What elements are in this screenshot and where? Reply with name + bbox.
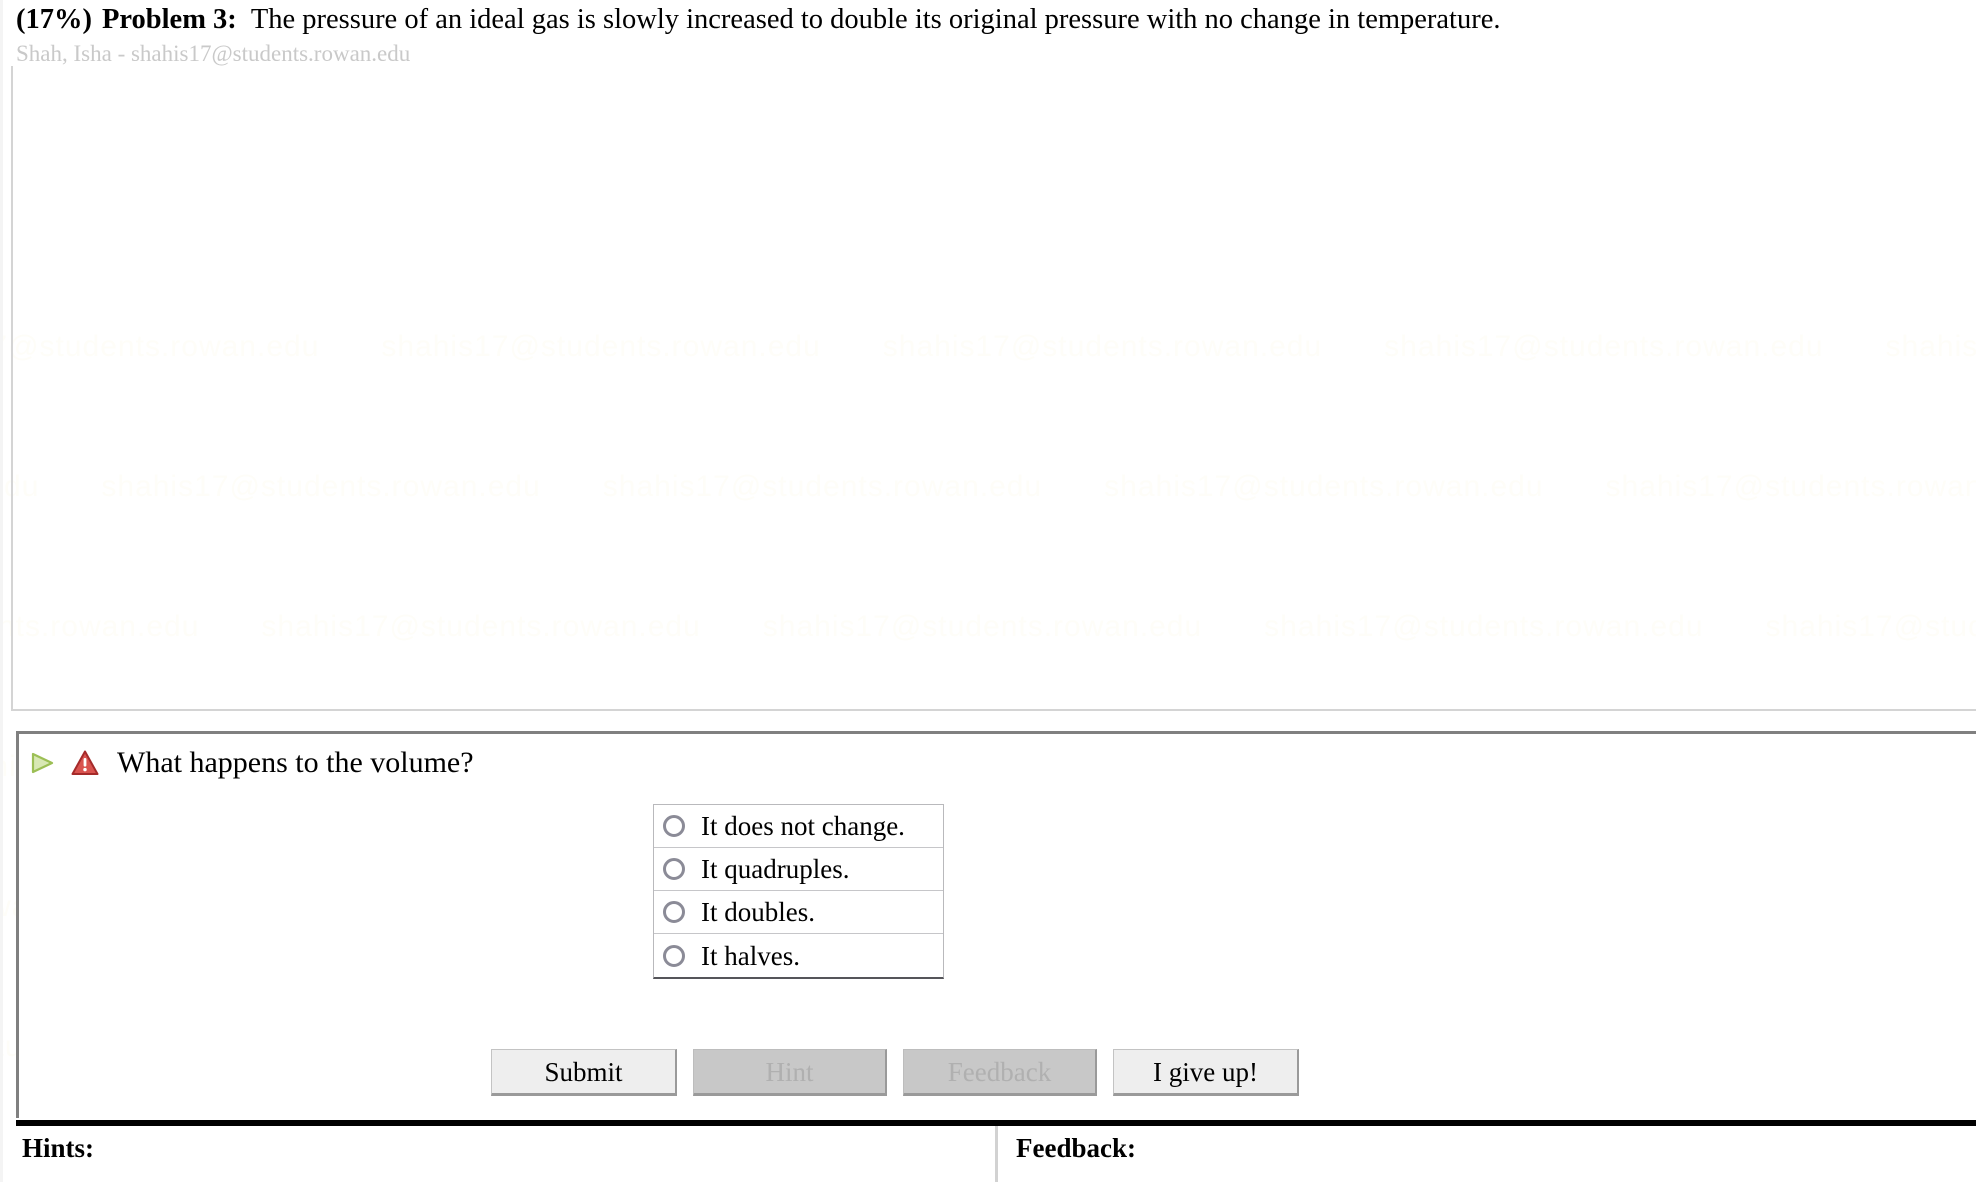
hint-button: Hint xyxy=(693,1049,887,1096)
warning-triangle-icon[interactable] xyxy=(71,749,99,777)
hints-label: Hints: xyxy=(22,1133,95,1163)
radio-button-0[interactable] xyxy=(663,815,685,837)
answer-choice-3[interactable]: It halves. xyxy=(654,934,943,977)
answer-choice-1[interactable]: It quadruples. xyxy=(654,848,943,891)
action-button-bar: Submit Hint Feedback I give up! xyxy=(491,1049,1299,1096)
feedback-button: Feedback xyxy=(903,1049,1097,1096)
answer-choice-list: It does not change. It quadruples. It do… xyxy=(653,804,944,979)
statement-panel-body xyxy=(27,74,1976,709)
statement-panel xyxy=(11,66,1976,711)
answer-choice-label-1: It quadruples. xyxy=(701,854,850,884)
problem-title-line: (17%) Problem 3: The pressure of an ideal … xyxy=(16,2,1960,38)
answer-choice-label-2: It doubles. xyxy=(701,897,815,927)
hints-feedback-bar: Hints: Feedback: xyxy=(16,1126,1976,1182)
problem-page: (17%) Problem 3: The pressure of an ideal … xyxy=(0,0,1976,1182)
problem-number: Problem 3: xyxy=(101,4,237,35)
radio-button-2[interactable] xyxy=(663,901,685,923)
radio-button-3[interactable] xyxy=(663,944,685,967)
problem-header: (17%) Problem 3: The pressure of an ideal … xyxy=(16,2,1960,68)
answer-choice-0[interactable]: It does not change. xyxy=(654,805,943,848)
submit-button[interactable]: Submit xyxy=(491,1049,677,1096)
feedback-label: Feedback: xyxy=(1016,1133,1136,1163)
problem-statement: The pressure of an ideal gas is slowly i… xyxy=(250,4,1501,35)
question-prompt-text: What happens to the volume? xyxy=(117,746,474,779)
question-prompt-row: What happens to the volume? xyxy=(29,746,474,780)
hints-feedback-divider xyxy=(995,1126,998,1182)
answer-choice-label-3: It halves. xyxy=(701,940,800,971)
answer-choice-2[interactable]: It doubles. xyxy=(654,891,943,934)
problem-percent: (17%) xyxy=(16,4,92,35)
left-gutter-rail xyxy=(0,0,3,1182)
radio-button-1[interactable] xyxy=(663,858,685,880)
question-panel: What happens to the volume? It does not … xyxy=(16,731,1976,1118)
play-triangle-icon[interactable] xyxy=(29,750,55,776)
give-up-button[interactable]: I give up! xyxy=(1113,1049,1299,1096)
answer-choice-label-0: It does not change. xyxy=(701,811,905,841)
student-identity: Shah, Isha - shahis17@students.rowan.edu xyxy=(16,41,411,66)
